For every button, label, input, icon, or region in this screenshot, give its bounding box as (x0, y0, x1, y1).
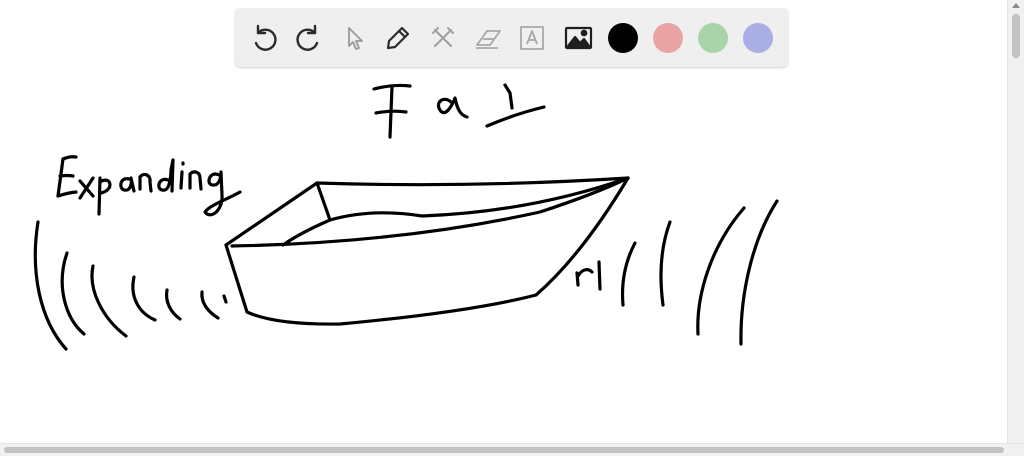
tools-button[interactable] (425, 20, 461, 56)
horizontal-scrollbar[interactable] (0, 443, 1024, 456)
handwritten-formula (372, 83, 546, 139)
text-tool-button[interactable] (514, 20, 550, 56)
boat-drawing (224, 176, 630, 326)
wavefront-arcs-right (620, 199, 779, 346)
eraser-icon (476, 30, 501, 49)
horizontal-scroll-thumb[interactable] (4, 447, 1004, 453)
color-swatch-green[interactable] (698, 23, 728, 53)
color-swatch-pink[interactable] (653, 23, 683, 53)
pen-icon (386, 26, 410, 50)
text-tool-icon (520, 26, 544, 50)
undo-button[interactable] (246, 20, 282, 56)
redo-button[interactable] (291, 20, 327, 56)
vertical-scroll-thumb[interactable] (1012, 14, 1020, 58)
color-swatch-lavender[interactable] (743, 23, 773, 53)
select-pointer-icon (348, 27, 363, 50)
handwritten-word-expanding (56, 155, 242, 217)
image-icon (564, 26, 593, 50)
redo-icon (296, 24, 319, 51)
select-pointer-button[interactable] (336, 20, 372, 56)
wavefront-arcs-left (33, 220, 228, 351)
drawing-toolbar (235, 8, 788, 67)
undo-icon (254, 24, 277, 51)
eraser-button[interactable] (470, 20, 506, 56)
pen-button[interactable] (380, 20, 416, 56)
vertical-scrollbar[interactable] (1007, 0, 1024, 444)
handwritten-label-r1 (575, 260, 602, 291)
image-button[interactable] (560, 20, 596, 56)
color-swatch-black[interactable] (608, 23, 638, 53)
tools-crossed-icon (432, 27, 454, 47)
scroll-up-arrow-icon[interactable] (1012, 3, 1020, 8)
